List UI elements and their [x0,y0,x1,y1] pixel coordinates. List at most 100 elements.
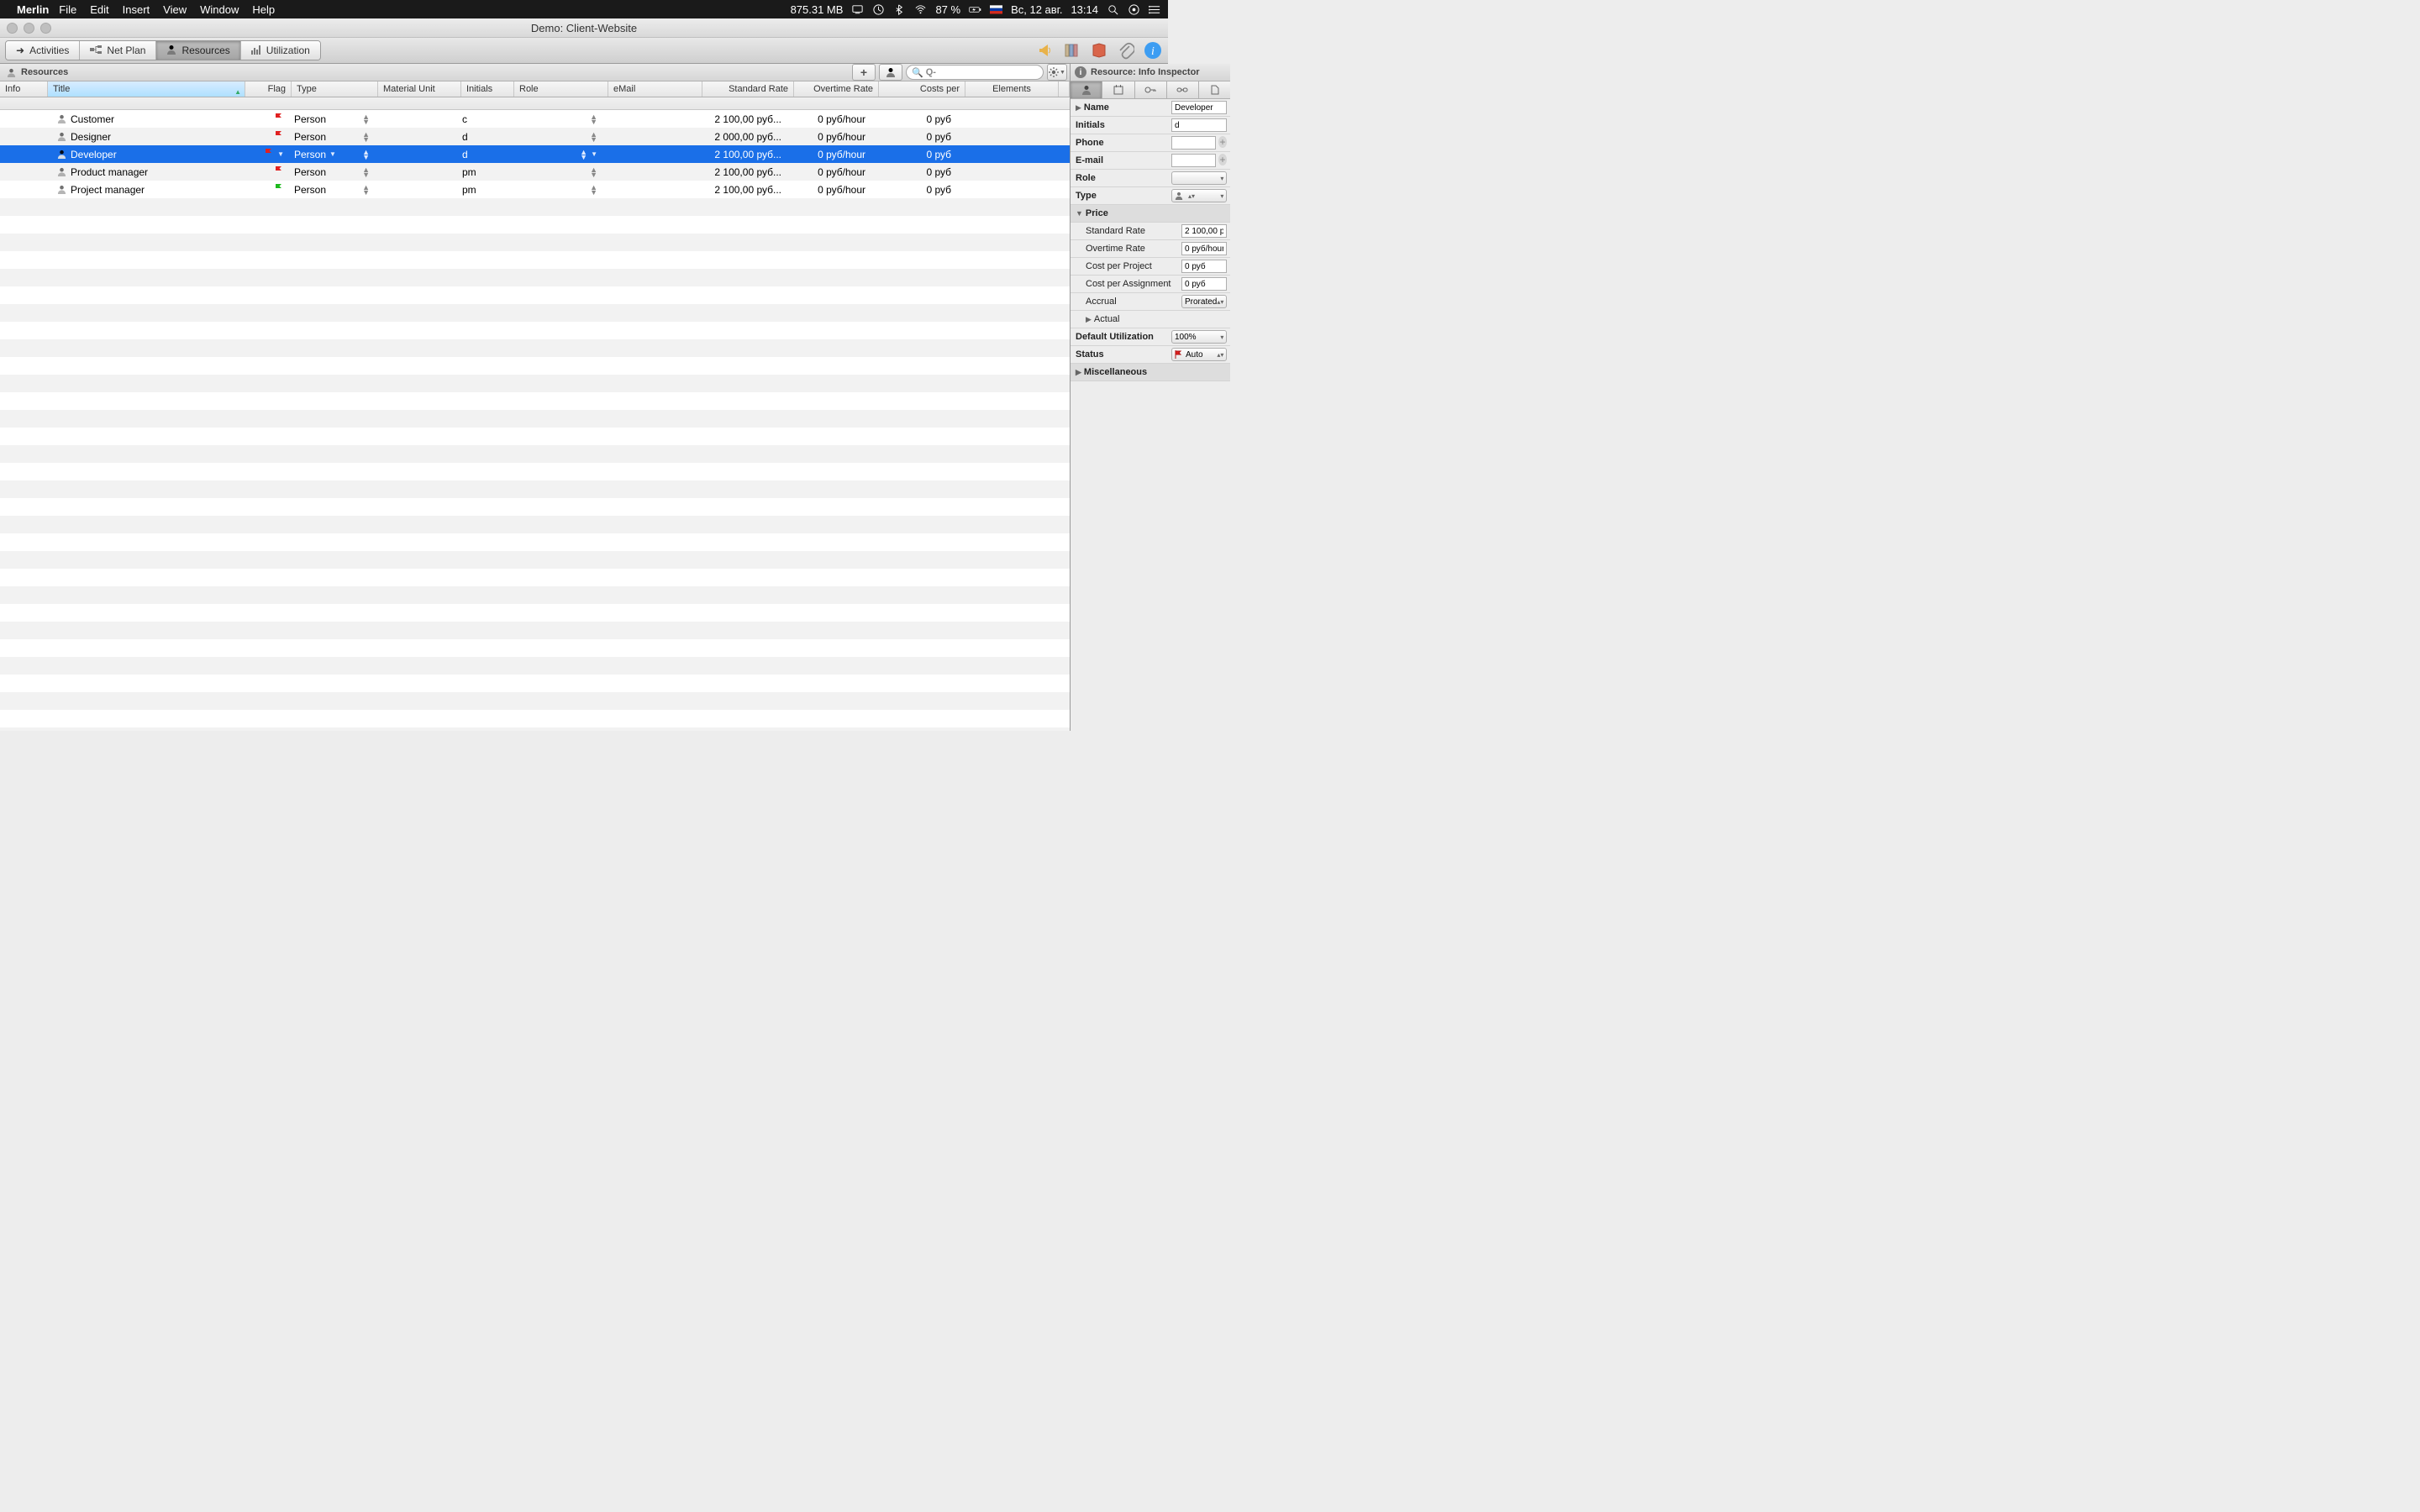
table-row[interactable]: Product managerPerson▲▼pm▲▼2 100,00 руб.… [0,163,1070,181]
status-select[interactable]: Auto▴▾ [1171,348,1227,361]
table-row[interactable] [0,410,1070,428]
table-row[interactable] [0,586,1070,604]
bluetooth-icon[interactable] [893,3,906,16]
col-type[interactable]: Type [292,81,378,97]
add-phone-button[interactable]: + [1218,136,1228,148]
col-email[interactable]: eMail [608,81,702,97]
flag-icon[interactable] [990,3,1002,16]
table-row[interactable] [0,551,1070,569]
phone-field[interactable] [1171,136,1216,150]
inspector-tab-person[interactable] [1071,81,1102,98]
table-row[interactable]: Project managerPerson▲▼pm▲▼2 100,00 руб.… [0,181,1070,198]
col-material[interactable]: Material Unit [378,81,461,97]
table-row[interactable] [0,622,1070,639]
inspector-tab-doc[interactable] [1199,81,1230,98]
table-row[interactable]: Developer▼Person▼▲▼d▲▼▼2 100,00 руб...0 … [0,145,1070,163]
table-row[interactable] [0,675,1070,692]
table-row[interactable] [0,269,1070,286]
accrual-select[interactable]: Prorated▴▾ [1181,295,1227,308]
menu-window[interactable]: Window [200,3,239,16]
table-row[interactable] [0,480,1070,498]
time-indicator[interactable]: 13:14 [1071,3,1098,16]
add-resource-button[interactable]: + [852,64,876,81]
date-indicator[interactable]: Вс, 12 авг. [1011,3,1062,16]
table-row[interactable] [0,234,1070,251]
zoom-window-button[interactable] [40,23,51,34]
table-row[interactable] [0,286,1070,304]
table-row[interactable] [0,392,1070,410]
table-row[interactable] [0,533,1070,551]
col-role[interactable]: Role [514,81,608,97]
table-row[interactable] [0,710,1070,727]
display-icon[interactable] [851,3,864,16]
col-title[interactable]: Title▲ [48,81,245,97]
disclosure-icon[interactable]: ▶ [1076,103,1081,113]
search-field[interactable]: 🔍 Q- [906,65,1044,80]
announce-icon[interactable] [1035,40,1055,60]
tab-utilization[interactable]: Utilization [241,41,320,60]
col-overtime-rate[interactable]: Overtime Rate [794,81,879,97]
role-select[interactable]: ▾ [1171,171,1227,185]
col-info[interactable]: Info [0,81,48,97]
inspector-tab-key[interactable] [1135,81,1167,98]
inspector-tab-link[interactable] [1167,81,1199,98]
table-row[interactable] [0,569,1070,586]
table-row[interactable] [0,498,1070,516]
menu-insert[interactable]: Insert [123,3,150,16]
add-email-button[interactable]: + [1218,154,1228,165]
table-row[interactable]: DesignerPerson▲▼d▲▼2 000,00 руб...0 руб/… [0,128,1070,145]
disclosure-icon[interactable]: ▶ [1076,368,1081,377]
tab-netplan[interactable]: Net Plan [80,41,156,60]
menu-view[interactable]: View [163,3,187,16]
table-row[interactable] [0,322,1070,339]
battery-icon[interactable] [969,3,981,16]
table-row[interactable] [0,692,1070,710]
table-row[interactable] [0,375,1070,392]
tab-resources[interactable]: Resources [156,41,240,60]
cost-project-field[interactable] [1181,260,1227,273]
col-initials[interactable]: Initials [461,81,514,97]
table-row[interactable] [0,216,1070,234]
library-icon[interactable] [1062,40,1082,60]
table-row[interactable] [0,445,1070,463]
table-row[interactable] [0,251,1070,269]
spotlight-icon[interactable] [1107,3,1119,16]
initials-field[interactable] [1171,118,1227,132]
tab-activities[interactable]: ➜ Activities [6,41,80,60]
templates-icon[interactable] [1089,40,1109,60]
app-name[interactable]: Merlin [17,3,49,16]
table-row[interactable]: CustomerPerson▲▼c▲▼2 100,00 руб...0 руб/… [0,110,1070,128]
col-costs-per[interactable]: Costs per [879,81,965,97]
battery-percent[interactable]: 87 % [935,3,960,16]
table-row[interactable] [0,304,1070,322]
close-window-button[interactable] [7,23,18,34]
table-row[interactable] [0,357,1070,375]
disclosure-icon[interactable]: ▼ [1076,209,1083,218]
util-select[interactable]: 100%▾ [1171,330,1227,344]
table-row[interactable] [0,516,1070,533]
table-row[interactable] [0,198,1070,216]
table-row[interactable] [0,639,1070,657]
std-rate-field[interactable] [1181,224,1227,238]
cost-assign-field[interactable] [1181,277,1227,291]
menu-help[interactable]: Help [252,3,275,16]
table-row[interactable] [0,657,1070,675]
email-field[interactable] [1171,154,1216,167]
col-standard-rate[interactable]: Standard Rate [702,81,794,97]
menu-edit[interactable]: Edit [90,3,108,16]
col-flag[interactable]: Flag [245,81,292,97]
menu-file[interactable]: File [59,3,76,16]
disclosure-icon[interactable]: ▶ [1086,315,1092,324]
table-row[interactable] [0,428,1070,445]
table-row[interactable] [0,339,1070,357]
inspector-tab-calendar[interactable] [1102,81,1134,98]
ov-rate-field[interactable] [1181,242,1227,255]
name-field[interactable] [1171,101,1227,114]
table-row[interactable] [0,727,1070,731]
minimize-window-button[interactable] [24,23,34,34]
table-row[interactable] [0,463,1070,480]
col-elements[interactable]: Elements [965,81,1059,97]
wifi-icon[interactable] [914,3,927,16]
add-person-button[interactable] [879,64,902,81]
options-button[interactable]: ▼ [1047,64,1067,81]
